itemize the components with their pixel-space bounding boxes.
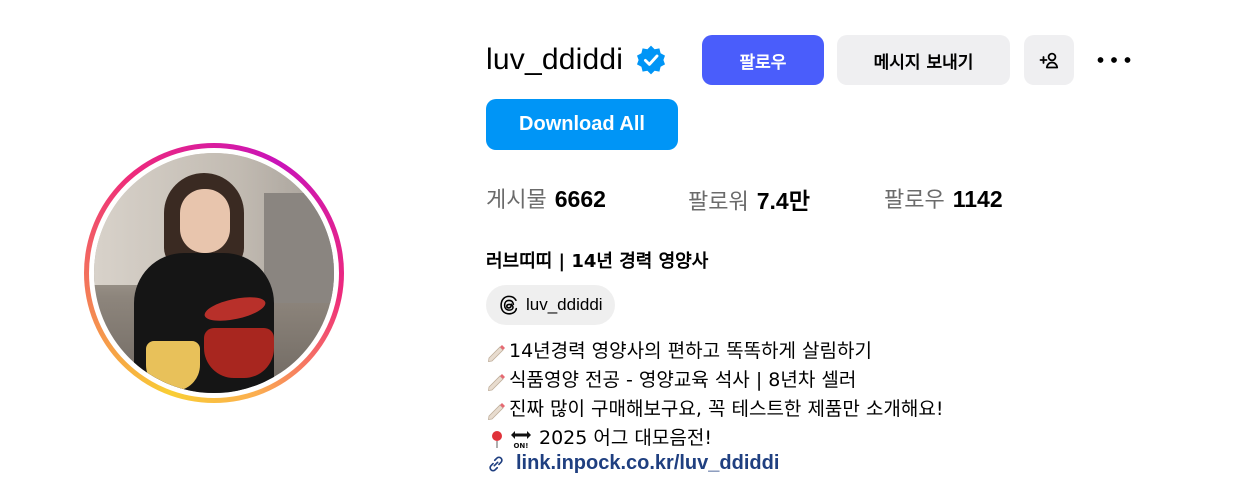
threads-badge[interactable]: luv_ddiddi <box>486 285 615 325</box>
bio-line: ON! 2025 어그 대모음전! <box>486 424 943 453</box>
stat-following-value: 1142 <box>952 186 1003 212</box>
more-options-icon[interactable] <box>1094 46 1134 74</box>
add-user-button[interactable] <box>1024 35 1074 85</box>
username: luv_ddiddi <box>486 43 624 76</box>
avatar <box>94 153 334 393</box>
stat-following[interactable]: 팔로우 1142 <box>884 182 1003 214</box>
stat-posts[interactable]: 게시물 6662 <box>486 182 606 214</box>
stat-followers-value: 7.4만 <box>756 188 810 214</box>
follow-button[interactable]: 팔로우 <box>702 35 824 85</box>
verified-badge-icon <box>635 44 667 76</box>
stat-following-label: 팔로우 <box>884 188 945 213</box>
message-button[interactable]: 메시지 보내기 <box>837 35 1010 85</box>
bio-line-text: 2025 어그 대모음전! <box>539 427 712 449</box>
svg-text:ON!: ON! <box>513 442 528 450</box>
avatar-face <box>180 189 230 253</box>
stat-posts-value: 6662 <box>554 186 606 212</box>
bio-line-text: 식품영양 전공 - 영양교육 석사 | 8년차 셀러 <box>509 369 857 391</box>
bio-line-text: 진짜 많이 구매해보구요, 꼭 테스트한 제품만 소개해요! <box>509 398 944 420</box>
link-icon <box>489 455 503 472</box>
bio-text: 14년경력 영양사의 편하고 똑똑하게 살림하기 식품영양 전공 - 영양교육 … <box>486 337 943 453</box>
profile-header: luv_ddiddi <box>486 34 667 86</box>
pencil-icon <box>486 399 508 421</box>
avatar-red-pot <box>204 328 274 378</box>
threads-handle: luv_ddiddi <box>526 295 603 314</box>
stat-followers-label: 팔로워 <box>688 190 749 215</box>
bio-line: 식품영양 전공 - 영양교육 석사 | 8년차 셀러 <box>486 366 943 395</box>
avatar-story-ring[interactable] <box>84 143 344 403</box>
bio-line-text: 14년경력 영양사의 편하고 똑똑하게 살림하기 <box>509 340 872 362</box>
stat-posts-label: 게시물 <box>486 188 547 213</box>
pin-icon <box>486 428 508 450</box>
avatar-yellow-pot <box>146 341 200 391</box>
on-arrow-icon: ON! <box>509 428 531 450</box>
avatar-frame <box>89 148 339 398</box>
avatar-bg-cabinet <box>264 193 334 303</box>
full-name: 러브띠띠 | 14년 경력 영양사 <box>486 251 709 272</box>
profile-link-text: link.inpock.co.kr/luv_ddiddi <box>516 452 780 474</box>
pencil-icon <box>486 341 508 363</box>
pencil-icon <box>486 370 508 392</box>
profile-link[interactable]: link.inpock.co.kr/luv_ddiddi <box>486 452 779 475</box>
bio-line: 진짜 많이 구매해보구요, 꼭 테스트한 제품만 소개해요! <box>486 395 943 424</box>
download-all-button[interactable]: Download All <box>486 99 678 150</box>
bio-line: 14년경력 영양사의 편하고 똑똑하게 살림하기 <box>486 337 943 366</box>
threads-icon <box>500 295 518 315</box>
stat-followers[interactable]: 팔로워 7.4만 <box>688 182 810 216</box>
add-user-icon <box>1039 52 1059 69</box>
